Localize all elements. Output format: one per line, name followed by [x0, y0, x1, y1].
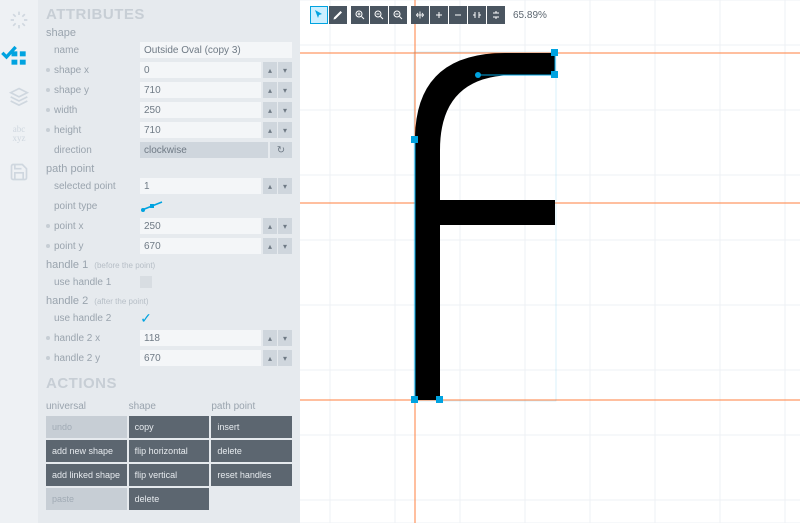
reset-handles-button[interactable]: reset handles [211, 464, 292, 486]
add-point-button[interactable] [430, 6, 448, 24]
handle2-section-title: handle 2 (after the point) [46, 295, 292, 307]
direction-field[interactable]: clockwise [140, 142, 268, 158]
zoom-in-tool-button[interactable] [351, 6, 369, 24]
actions-universal-col: universal undo add new shape add linked … [46, 396, 127, 512]
shape-y-label: shape y [54, 85, 140, 96]
selected-point-label: selected point [54, 181, 140, 192]
flip-horizontal-button[interactable]: flip horizontal [129, 440, 210, 462]
use-handle1-checkbox[interactable] [140, 276, 152, 288]
rail-save-icon[interactable] [7, 160, 31, 184]
flip-v-tool-button[interactable] [487, 6, 505, 24]
direction-label: direction [54, 145, 140, 156]
point-type-label: point type [54, 201, 140, 212]
use-handle2-checkbox[interactable]: ✓ [140, 312, 152, 324]
pointer-tool-button[interactable] [310, 6, 328, 24]
flip-h-tool-button[interactable] [468, 6, 486, 24]
point-y-field[interactable]: 670 [140, 238, 261, 254]
canvas-grid [300, 0, 800, 523]
glyph-shape[interactable] [415, 53, 555, 400]
add-new-shape-button[interactable]: add new shape [46, 440, 127, 462]
shape-x-field[interactable]: 0 [140, 62, 261, 78]
actions-shape-col: shape copy flip horizontal flip vertical… [129, 396, 210, 512]
use-handle1-label: use handle 1 [54, 277, 140, 288]
actions-pathpoint-col: path point insert delete reset handles [211, 396, 292, 512]
canvas-toolbar: 65.89% [310, 6, 547, 24]
height-label: height [54, 125, 140, 136]
width-field[interactable]: 250 [140, 102, 261, 118]
handle2-x-label: handle 2 x [54, 333, 140, 344]
name-field[interactable]: Outside Oval (copy 3) [140, 42, 292, 58]
delete-shape-button[interactable]: delete [129, 488, 210, 510]
remove-point-button[interactable] [449, 6, 467, 24]
point-x-field[interactable]: 250 [140, 218, 261, 234]
rail-compass-icon[interactable] [7, 8, 31, 32]
handle2-x-spinner[interactable]: ▴▾ [263, 330, 292, 346]
copy-button[interactable]: copy [129, 416, 210, 438]
selected-point-field[interactable]: 1 [140, 178, 261, 194]
add-linked-shape-button[interactable]: add linked shape [46, 464, 127, 486]
pathpoint-section-title: path point [46, 163, 292, 175]
actions-title: ACTIONS [46, 375, 292, 392]
rail-layers-icon[interactable] [7, 84, 31, 108]
pan-tool-button[interactable] [411, 6, 429, 24]
shape-y-field[interactable]: 710 [140, 82, 261, 98]
shape-x-label: shape x [54, 65, 140, 76]
point-x-label: point x [54, 221, 140, 232]
undo-button[interactable]: undo [46, 416, 127, 438]
zoom-level: 65.89% [513, 10, 547, 21]
zoom-out-tool-button[interactable] [370, 6, 388, 24]
height-spinner[interactable]: ▴▾ [263, 122, 292, 138]
selected-point-spinner[interactable]: ▴▾ [263, 178, 292, 194]
handle2-y-label: handle 2 y [54, 353, 140, 364]
use-handle2-label: use handle 2 [54, 313, 140, 324]
handle2-y-spinner[interactable]: ▴▾ [263, 350, 292, 366]
reverse-direction-button[interactable]: ↻ [270, 142, 292, 158]
handle1-section-title: handle 1 (before the point) [46, 259, 292, 271]
pen-tool-button[interactable] [329, 6, 347, 24]
point-x-spinner[interactable]: ▴▾ [263, 218, 292, 234]
handle2-x-field[interactable]: 118 [140, 330, 261, 346]
height-field[interactable]: 710 [140, 122, 261, 138]
zoom-fit-tool-button[interactable] [389, 6, 407, 24]
handle2-y-field[interactable]: 670 [140, 350, 261, 366]
tool-rail: abcxyz [0, 0, 38, 523]
width-spinner[interactable]: ▴▾ [263, 102, 292, 118]
point-type-icon[interactable] [140, 199, 170, 213]
flip-vertical-button[interactable]: flip vertical [129, 464, 210, 486]
actions-pathpoint-title: path point [211, 396, 292, 416]
actions-shape-title: shape [129, 396, 210, 416]
attributes-title: ATTRIBUTES [46, 6, 292, 23]
point-y-spinner[interactable]: ▴▾ [263, 238, 292, 254]
width-label: width [54, 105, 140, 116]
shape-x-spinner[interactable]: ▴▾ [263, 62, 292, 78]
shape-section-title: shape [46, 27, 292, 39]
shape-y-spinner[interactable]: ▴▾ [263, 82, 292, 98]
rail-attributes-icon[interactable] [7, 46, 31, 70]
rail-glyphs-icon[interactable]: abcxyz [7, 122, 31, 146]
paste-button[interactable]: paste [46, 488, 127, 510]
insert-point-button[interactable]: insert [211, 416, 292, 438]
canvas[interactable]: 65.89% [300, 0, 800, 523]
point-y-label: point y [54, 241, 140, 252]
attributes-panel: ATTRIBUTES shape nameOutside Oval (copy … [38, 0, 300, 523]
actions-universal-title: universal [46, 396, 127, 416]
delete-point-button[interactable]: delete [211, 440, 292, 462]
name-label: name [54, 45, 140, 56]
